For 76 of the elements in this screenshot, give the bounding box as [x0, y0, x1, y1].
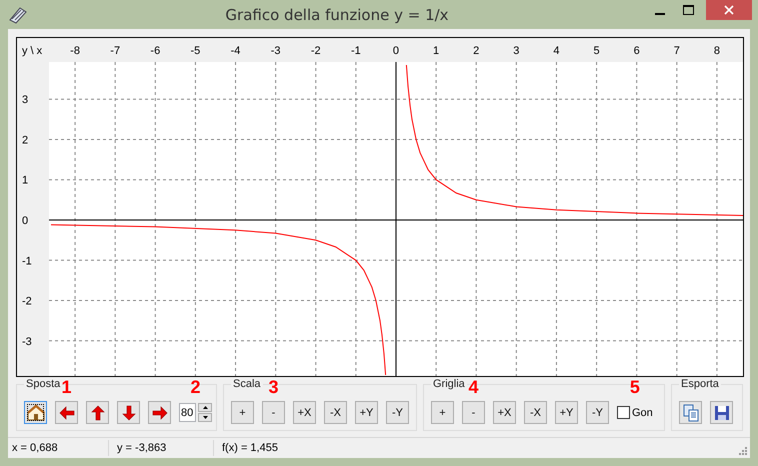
- move-right-button[interactable]: [148, 401, 171, 424]
- x-tick-label: 2: [473, 45, 480, 57]
- step-field[interactable]: 80: [179, 403, 196, 422]
- scale-button[interactable]: -Y: [586, 401, 609, 424]
- scale-button[interactable]: +X: [293, 401, 316, 424]
- save-button[interactable]: [710, 401, 733, 424]
- x-tick-label: 5: [594, 45, 600, 57]
- y-tick-label: 0: [22, 215, 28, 227]
- y-tick-label: 3: [22, 94, 28, 106]
- group-title: Esporta: [679, 378, 721, 390]
- annotation-number: 3: [268, 377, 278, 398]
- arrow-down-icon: [120, 404, 136, 420]
- annotation-number: 5: [630, 377, 640, 398]
- scale-button[interactable]: -Y: [386, 401, 409, 424]
- scale-button[interactable]: -X: [524, 401, 547, 424]
- move-down-button[interactable]: [117, 401, 140, 424]
- x-tick-label: 1: [433, 45, 440, 57]
- move-up-button[interactable]: [86, 401, 109, 424]
- annotation-number: 2: [190, 377, 200, 398]
- scale-button[interactable]: +X: [493, 401, 516, 424]
- group-title: Scala: [231, 378, 263, 390]
- y-tick-label: 1: [22, 174, 28, 187]
- y-tick-label: -3: [22, 336, 32, 348]
- arrow-up-icon: [90, 404, 106, 420]
- x-tick-label: 0: [392, 45, 400, 57]
- status-text: f(x) = 1,455: [221, 441, 278, 456]
- x-tick-label: -8: [70, 45, 80, 57]
- spin-down-button[interactable]: [198, 413, 212, 422]
- status-text: y = -3,863: [109, 440, 214, 456]
- minimize-icon: [655, 13, 665, 15]
- app-icon: [8, 6, 28, 24]
- scale-button[interactable]: -: [462, 401, 485, 424]
- caret-up-icon: [202, 406, 208, 409]
- checkbox[interactable]: [617, 406, 630, 419]
- scale-button[interactable]: -: [262, 401, 285, 424]
- resize-grip-icon: [739, 447, 748, 456]
- corner-label: y \ x: [22, 45, 42, 57]
- close-icon: [724, 5, 734, 15]
- group-title: Griglia: [431, 378, 467, 390]
- x-tick-label: 4: [553, 45, 560, 57]
- x-tick-label: -5: [190, 45, 200, 57]
- arrow-left-icon: [58, 404, 74, 420]
- checkbox-label: Gon: [632, 406, 653, 418]
- x-tick-label: -6: [150, 45, 160, 57]
- annotation-number: 4: [468, 377, 478, 398]
- copy-button[interactable]: [679, 401, 702, 424]
- status-text: x = 0,688: [8, 440, 109, 456]
- x-tick-label: -2: [310, 45, 321, 57]
- scale-button[interactable]: +: [431, 401, 454, 424]
- x-tick-label: -7: [110, 45, 120, 57]
- house-icon: [26, 404, 44, 421]
- copy-icon: [682, 404, 700, 422]
- x-tick-label: 3: [513, 45, 520, 57]
- x-tick-label: 6: [634, 45, 640, 57]
- x-tick-label: 7: [674, 45, 680, 57]
- y-tick-label: -2: [22, 296, 32, 308]
- scale-button[interactable]: +: [231, 401, 254, 424]
- y-tick-label: -1: [22, 255, 32, 268]
- x-tick-label: -4: [230, 45, 240, 57]
- y-tick-label: 2: [22, 134, 28, 146]
- x-tick-label: -3: [270, 45, 281, 57]
- spin-up-button[interactable]: [198, 403, 212, 412]
- caret-down-icon: [202, 416, 208, 419]
- scale-button[interactable]: +Y: [355, 401, 378, 424]
- x-tick-label: 8: [714, 45, 720, 57]
- home-button[interactable]: [24, 401, 47, 424]
- group-title: Sposta: [24, 378, 62, 390]
- scale-button[interactable]: -X: [324, 401, 347, 424]
- annotation-number: 1: [62, 377, 72, 398]
- arrow-right-icon: [152, 404, 168, 420]
- scale-button[interactable]: +Y: [555, 401, 578, 424]
- window-title: Grafico della funzione y = 1/x: [224, 6, 450, 24]
- close-button[interactable]: [706, 0, 752, 20]
- x-tick-label: -1: [351, 45, 361, 57]
- maximize-icon: [682, 5, 694, 15]
- move-left-button[interactable]: [55, 401, 78, 424]
